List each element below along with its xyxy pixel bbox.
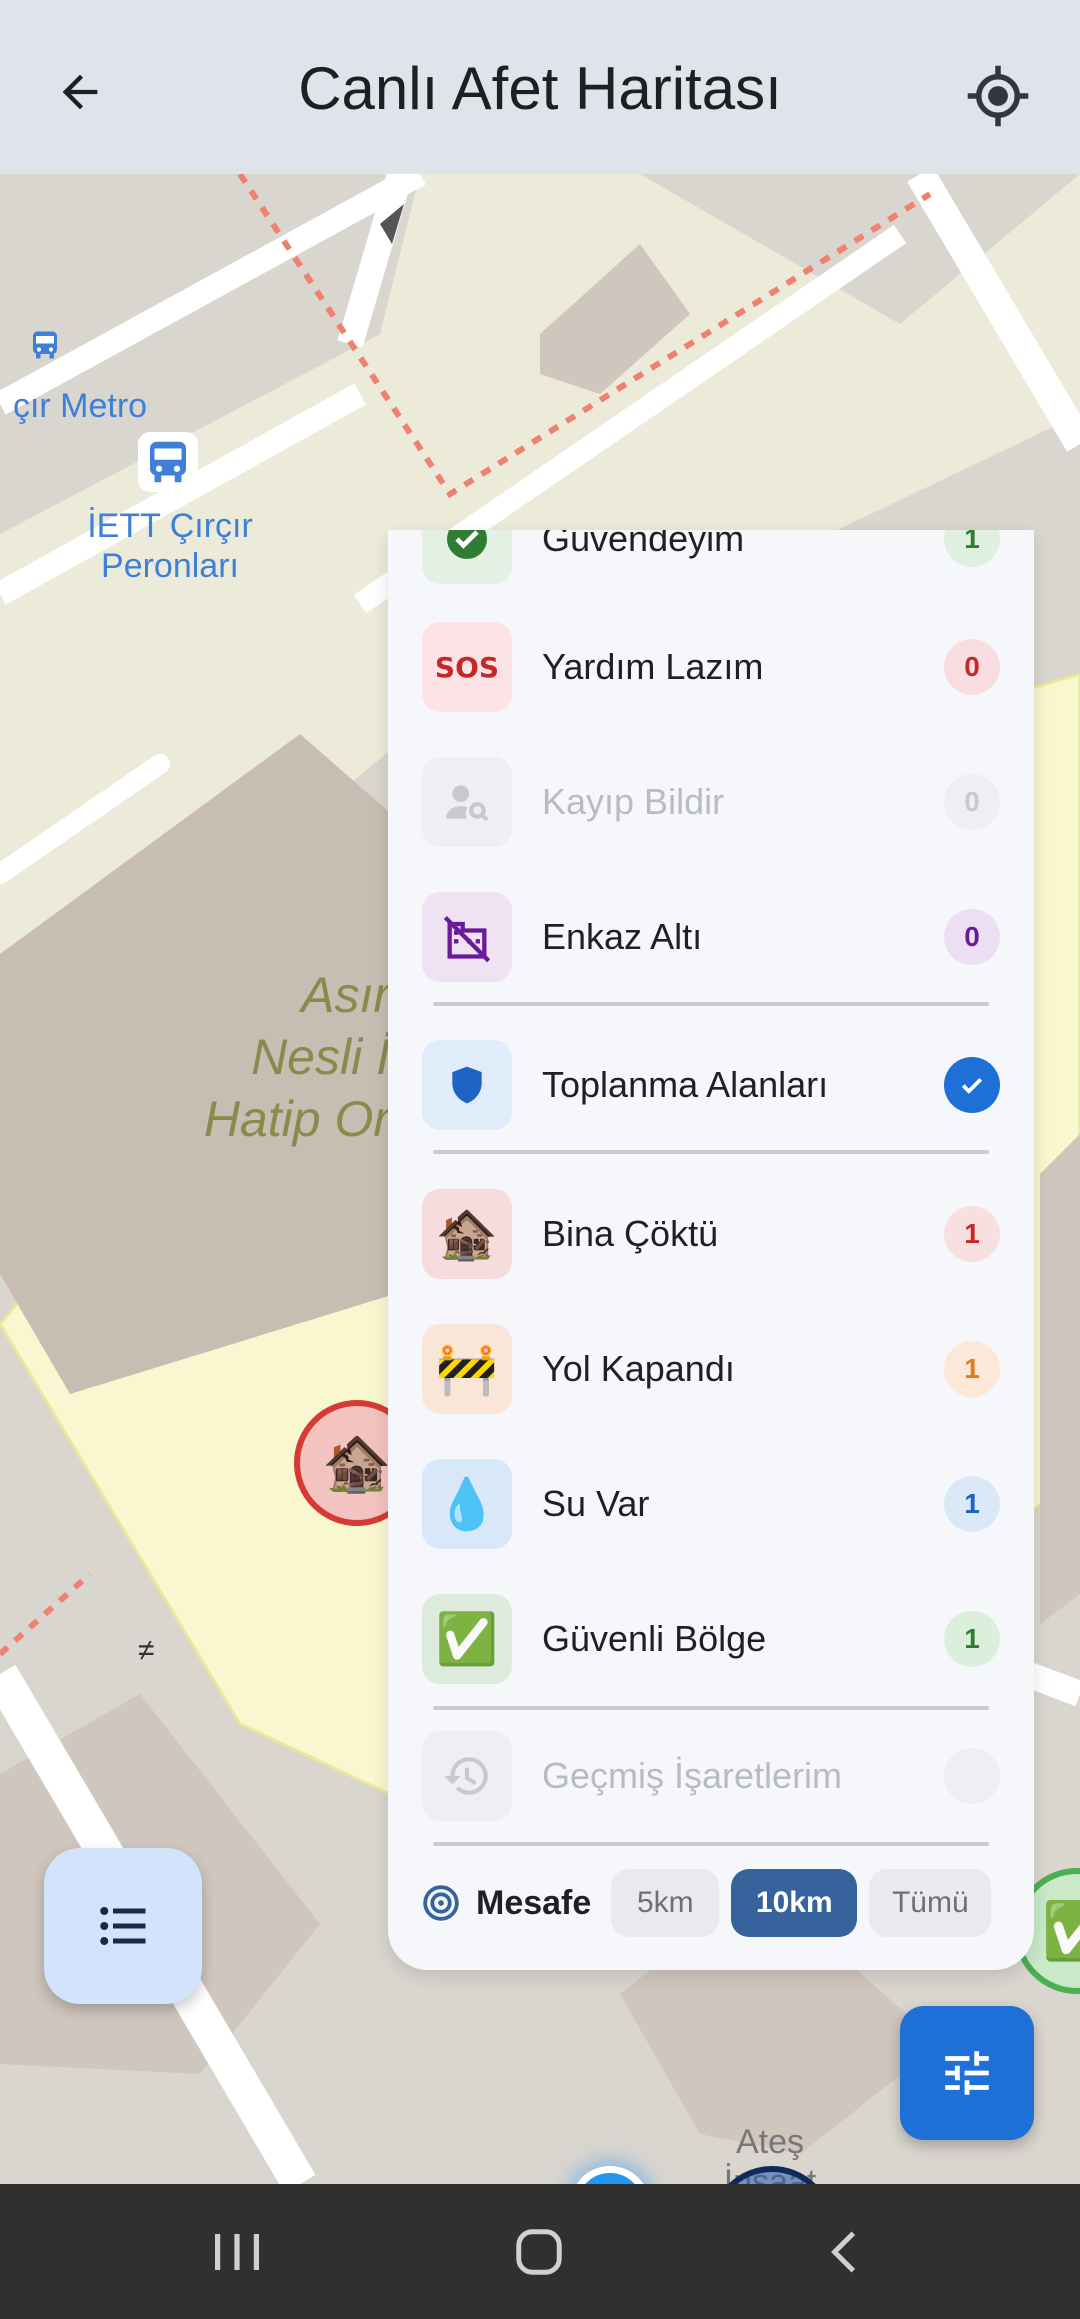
- filter-label: Yardım Lazım: [542, 646, 764, 687]
- filter-label: Enkaz Altı: [542, 916, 703, 957]
- filter-row-safe-zone[interactable]: ✅ Güvenli Bölge 1: [422, 1594, 1000, 1684]
- water-drop-icon: 💧: [422, 1459, 512, 1549]
- metro-label: çır Metro: [12, 387, 148, 425]
- filter-panel: Güvendeyim 1 SOS Yardım Lazım 0 Kayıp Bi…: [388, 530, 1034, 1970]
- home-icon: [516, 2229, 562, 2275]
- filter-label: Geçmiş İşaretlerim: [542, 1755, 843, 1796]
- filter-label: Güvenli Bölge: [542, 1618, 767, 1659]
- school-label: Asır Nesli İ Hatip Or: [203, 967, 390, 1147]
- filter-row-rubble[interactable]: Enkaz Altı 0: [422, 892, 1000, 982]
- shield-icon: [422, 1040, 512, 1130]
- divider: [433, 1842, 989, 1846]
- count-badge: 1: [944, 1341, 1000, 1397]
- count-badge: 0: [944, 639, 1000, 695]
- filter-row-assembly[interactable]: Toplanma Alanları: [422, 1040, 1000, 1130]
- filter-row-road[interactable]: 🚧 Yol Kapandı 1: [422, 1324, 1000, 1414]
- crosshair-icon: [967, 65, 1029, 127]
- distance-chip-all[interactable]: Tümü: [869, 1869, 992, 1937]
- back-button[interactable]: [40, 52, 120, 132]
- recents-icon: [215, 2234, 259, 2270]
- filter-row-help[interactable]: SOS Yardım Lazım 0: [422, 622, 1000, 712]
- distance-label: Mesafe: [476, 1883, 592, 1922]
- bus-stop-label: İETT Çırçır Peronları: [87, 507, 253, 585]
- filter-label: Su Var: [542, 1483, 650, 1524]
- count-badge: 0: [944, 774, 1000, 830]
- filter-row-safe[interactable]: Güvendeyim 1: [422, 530, 1000, 584]
- list-view-button[interactable]: [44, 1848, 202, 2004]
- recents-button[interactable]: [182, 2214, 292, 2290]
- sos-icon: SOS: [422, 622, 512, 712]
- count-badge: 1: [944, 1611, 1000, 1667]
- construction-barrier-icon: 🚧: [422, 1324, 512, 1414]
- filter-toggle-button[interactable]: [900, 2006, 1034, 2140]
- person-search-icon: [422, 757, 512, 847]
- home-button[interactable]: [484, 2214, 594, 2290]
- toggle-placeholder[interactable]: [944, 1748, 1000, 1804]
- radar-icon: [423, 1885, 459, 1921]
- filter-label: Bina Çöktü: [542, 1213, 719, 1254]
- checkbox-checked[interactable]: [944, 1057, 1000, 1113]
- my-location-button[interactable]: [952, 56, 1044, 136]
- list-icon: [100, 1907, 146, 1945]
- filter-label: Kayıp Bildir: [542, 781, 725, 822]
- check-circle-icon: [422, 530, 512, 584]
- bus-stop-icon[interactable]: [24, 324, 66, 366]
- tune-icon: [945, 2051, 989, 2095]
- system-navigation-bar: [0, 2184, 1080, 2319]
- history-icon: [422, 1731, 512, 1821]
- one-way-sign: ≠: [138, 1634, 155, 1667]
- filter-row-history[interactable]: Geçmiş İşaretlerim: [422, 1731, 1000, 1821]
- filter-row-collapsed[interactable]: 🏚️ Bina Çöktü 1: [422, 1189, 1000, 1279]
- filter-row-water[interactable]: 💧 Su Var 1: [422, 1459, 1000, 1549]
- bus-stop-icon[interactable]: [138, 432, 198, 492]
- count-badge: 1: [944, 1476, 1000, 1532]
- count-badge: 1: [944, 530, 1000, 567]
- page-title: Canlı Afet Haritası: [298, 55, 782, 122]
- distance-chip-10km[interactable]: 10km: [731, 1869, 858, 1937]
- count-badge: 1: [944, 1206, 1000, 1262]
- filter-label: Yol Kapandı: [542, 1348, 735, 1389]
- count-badge: 0: [944, 909, 1000, 965]
- distance-selector: Mesafe 5km 10km Tümü: [422, 1866, 1000, 1940]
- divider: [433, 1002, 989, 1006]
- divider: [433, 1706, 989, 1710]
- filter-label: Toplanma Alanları: [542, 1064, 829, 1105]
- filter-row-missing[interactable]: Kayıp Bildir 0: [422, 757, 1000, 847]
- filter-label: Güvendeyim: [542, 530, 745, 559]
- derelict-house-icon: 🏚️: [422, 1189, 512, 1279]
- arrow-left-icon: [62, 74, 98, 110]
- check-mark-icon: ✅: [422, 1594, 512, 1684]
- distance-chip-5km[interactable]: 5km: [611, 1869, 720, 1937]
- app-bar: Canlı Afet Haritası: [0, 0, 1080, 174]
- nav-back-button[interactable]: [790, 2214, 900, 2290]
- domain-disabled-icon: [422, 892, 512, 982]
- divider: [433, 1150, 989, 1154]
- back-icon: [831, 2231, 856, 2273]
